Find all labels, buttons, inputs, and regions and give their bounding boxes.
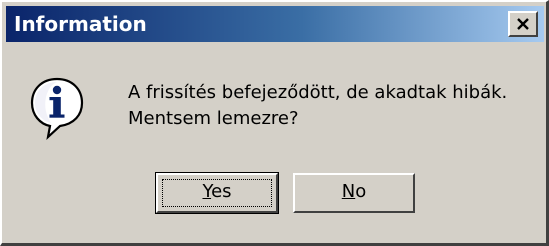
no-mnemonic: N (341, 181, 356, 202)
close-button[interactable] (508, 11, 538, 37)
yes-button-label: Yes (202, 181, 231, 202)
no-label-rest: o (355, 181, 367, 202)
info-icon (30, 77, 84, 141)
close-icon (517, 18, 529, 30)
message-line-1: A frissítés befejeződött, de akadtak hib… (128, 82, 508, 103)
message-line-2: Mentsem lemezre? (128, 108, 299, 129)
information-dialog: Information A frissítés befejeződött, de… (0, 0, 549, 246)
no-button-label: No (342, 181, 366, 202)
yes-button[interactable]: Yes (155, 172, 279, 214)
no-button[interactable]: No (293, 173, 415, 213)
window-title: Information (14, 12, 147, 36)
message-text: A frissítés befejeződött, de akadtak hib… (128, 80, 543, 132)
yes-label-rest: es (211, 181, 232, 202)
yes-mnemonic: Y (202, 181, 212, 202)
title-bar[interactable]: Information (6, 6, 544, 42)
